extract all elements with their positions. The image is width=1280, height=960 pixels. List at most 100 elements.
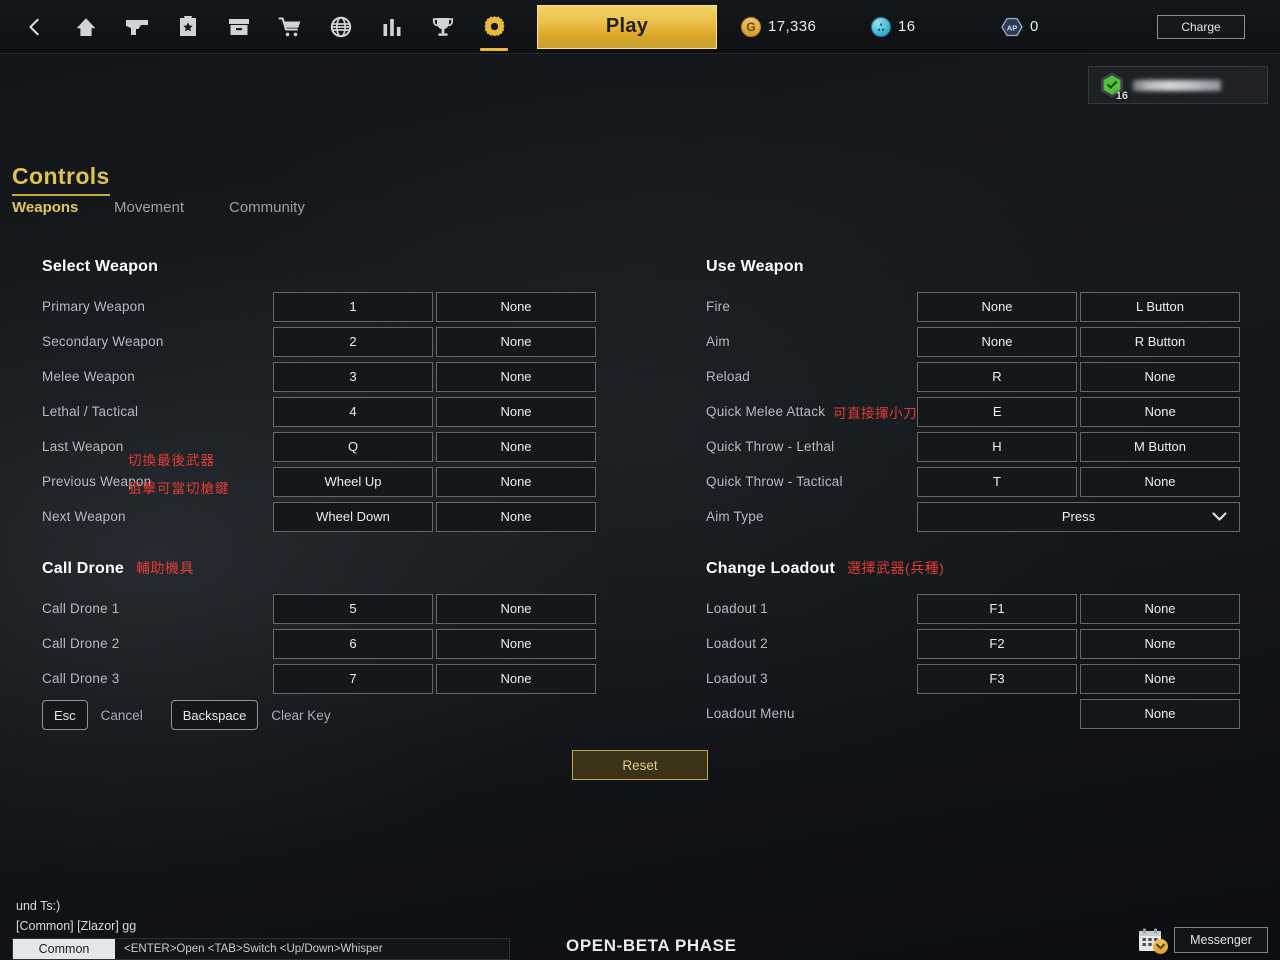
backspace-keycap[interactable]: Backspace: [170, 700, 259, 730]
bind-secondary[interactable]: None: [436, 466, 596, 497]
bind-secondary[interactable]: None: [1080, 361, 1240, 392]
table-row: Quick Throw - Tactical T None: [706, 464, 1240, 499]
messenger-button[interactable]: Messenger: [1174, 927, 1268, 953]
bind-primary[interactable]: T: [917, 466, 1077, 497]
bind-primary[interactable]: Q: [273, 431, 433, 462]
row-label: Fire: [706, 299, 731, 314]
bind-primary[interactable]: Wheel Up: [273, 466, 433, 497]
aim-type-dropdown[interactable]: Press: [917, 501, 1240, 532]
bind-secondary[interactable]: L Button: [1080, 291, 1240, 322]
bind-primary[interactable]: 1: [273, 291, 433, 322]
table-row: Last Weapon Q None: [42, 429, 596, 464]
inventory-box-icon[interactable]: [218, 0, 260, 54]
esc-keycap[interactable]: Esc: [42, 700, 88, 730]
bind-secondary[interactable]: None: [1080, 593, 1240, 624]
bind-secondary[interactable]: None: [1080, 396, 1241, 427]
bind-primary[interactable]: 6: [273, 628, 433, 659]
bind-secondary[interactable]: None: [436, 501, 596, 532]
bind-group: H M Button: [917, 431, 1240, 462]
bind-primary[interactable]: 4: [273, 396, 433, 427]
gold-coin-icon: G: [741, 16, 761, 37]
bind-secondary[interactable]: None: [436, 628, 596, 659]
bind-group: F3 None: [917, 663, 1240, 694]
table-row: Primary Weapon 1 None: [42, 289, 596, 324]
bind-primary[interactable]: H: [917, 431, 1077, 462]
backspace-action-label: Clear Key: [271, 707, 331, 723]
bind-primary[interactable]: E: [917, 396, 1078, 427]
bind-primary[interactable]: None: [1080, 698, 1240, 729]
row-label: Aim Type: [706, 509, 764, 524]
bind-secondary[interactable]: None: [436, 361, 596, 392]
bind-primary[interactable]: 7: [273, 663, 433, 694]
bind-primary[interactable]: 2: [273, 326, 433, 357]
section-header-call-drone: Call Drone 輔助機具: [42, 558, 596, 578]
currency-ap[interactable]: AP 0: [1001, 17, 1131, 37]
charge-button[interactable]: Charge: [1157, 14, 1245, 39]
row-label: Call Drone 2: [42, 636, 120, 651]
bind-secondary[interactable]: None: [436, 396, 596, 427]
shopping-cart-icon[interactable]: [269, 0, 311, 54]
calendar-icon[interactable]: [1136, 926, 1168, 954]
ap-hex-icon: AP: [1001, 17, 1023, 37]
section-title: Use Weapon: [706, 258, 804, 275]
bind-secondary[interactable]: None: [436, 663, 596, 694]
tab-movement[interactable]: Movement: [114, 199, 229, 216]
table-row: Reload R None: [706, 359, 1240, 394]
trophy-icon[interactable]: [422, 0, 464, 54]
gear-icon[interactable]: [473, 0, 515, 54]
bind-secondary[interactable]: None: [436, 291, 596, 322]
bind-secondary[interactable]: None: [436, 326, 596, 357]
row-label: Loadout 1: [706, 601, 768, 616]
back-arrow-icon[interactable]: [14, 0, 56, 54]
bar-chart-icon[interactable]: [371, 0, 413, 54]
bind-primary[interactable]: Wheel Down: [273, 501, 433, 532]
call-drone-rows: Call Drone 1 5 None Call Drone 2 6 None …: [42, 591, 596, 696]
bind-group: 7 None: [273, 663, 596, 694]
bind-group: 3 None: [273, 361, 596, 392]
row-label: Melee Weapon: [42, 369, 135, 384]
nav-icon-group: [0, 0, 515, 54]
player-card[interactable]: 16: [1088, 66, 1268, 104]
bind-group: Wheel Up None: [273, 466, 596, 497]
row-label-text: Quick Melee Attack: [706, 404, 826, 419]
tab-community[interactable]: Community: [229, 199, 305, 216]
row-label: Loadout 2: [706, 636, 768, 651]
currency-gold[interactable]: G 17,336: [741, 16, 871, 37]
bind-primary[interactable]: F3: [917, 663, 1077, 694]
globe-icon[interactable]: [320, 0, 362, 54]
bind-secondary[interactable]: None: [1080, 628, 1240, 659]
table-row: Secondary Weapon 2 None: [42, 324, 596, 359]
bind-primary[interactable]: None: [917, 291, 1077, 322]
esc-action-label: Cancel: [100, 707, 143, 723]
play-button[interactable]: Play: [537, 4, 717, 49]
annotation-quick-melee: 可直接揮小刀: [833, 405, 918, 421]
bind-secondary[interactable]: R Button: [1080, 326, 1240, 357]
table-row: Call Drone 3 7 None: [42, 661, 596, 696]
bind-secondary[interactable]: None: [436, 431, 596, 462]
chat-input-bar[interactable]: Common <ENTER>Open <TAB>Switch <Up/Down>…: [12, 938, 510, 960]
bind-primary[interactable]: None: [917, 326, 1077, 357]
bind-primary[interactable]: 3: [273, 361, 433, 392]
section-title: Call Drone: [42, 560, 125, 577]
bind-secondary[interactable]: None: [436, 593, 596, 624]
table-row: Loadout 3 F3 None: [706, 661, 1240, 696]
bind-primary[interactable]: F1: [917, 593, 1077, 624]
reset-button[interactable]: Reset: [572, 750, 708, 780]
bind-primary[interactable]: F2: [917, 628, 1077, 659]
bind-secondary[interactable]: M Button: [1080, 431, 1240, 462]
row-label: Quick Melee Attack 可直接揮小刀: [706, 402, 917, 422]
bind-primary[interactable]: 5: [273, 593, 433, 624]
section-header-use-weapon: Use Weapon: [706, 258, 1240, 276]
tab-weapons[interactable]: Weapons: [12, 199, 114, 216]
bind-secondary[interactable]: None: [1080, 663, 1240, 694]
chat-channel-selector[interactable]: Common: [13, 939, 115, 959]
bind-secondary[interactable]: None: [1080, 466, 1240, 497]
chat-panel: und Ts:) [Common] [Zlazor] gg Common <EN…: [12, 896, 510, 960]
weapon-pistol-icon[interactable]: [116, 0, 158, 54]
blue-token-icon: [871, 16, 891, 37]
row-label: Lethal / Tactical: [42, 404, 139, 419]
bind-primary[interactable]: R: [917, 361, 1077, 392]
star-box-icon[interactable]: [167, 0, 209, 54]
home-icon[interactable]: [65, 0, 107, 54]
currency-token[interactable]: 16: [871, 16, 1001, 37]
